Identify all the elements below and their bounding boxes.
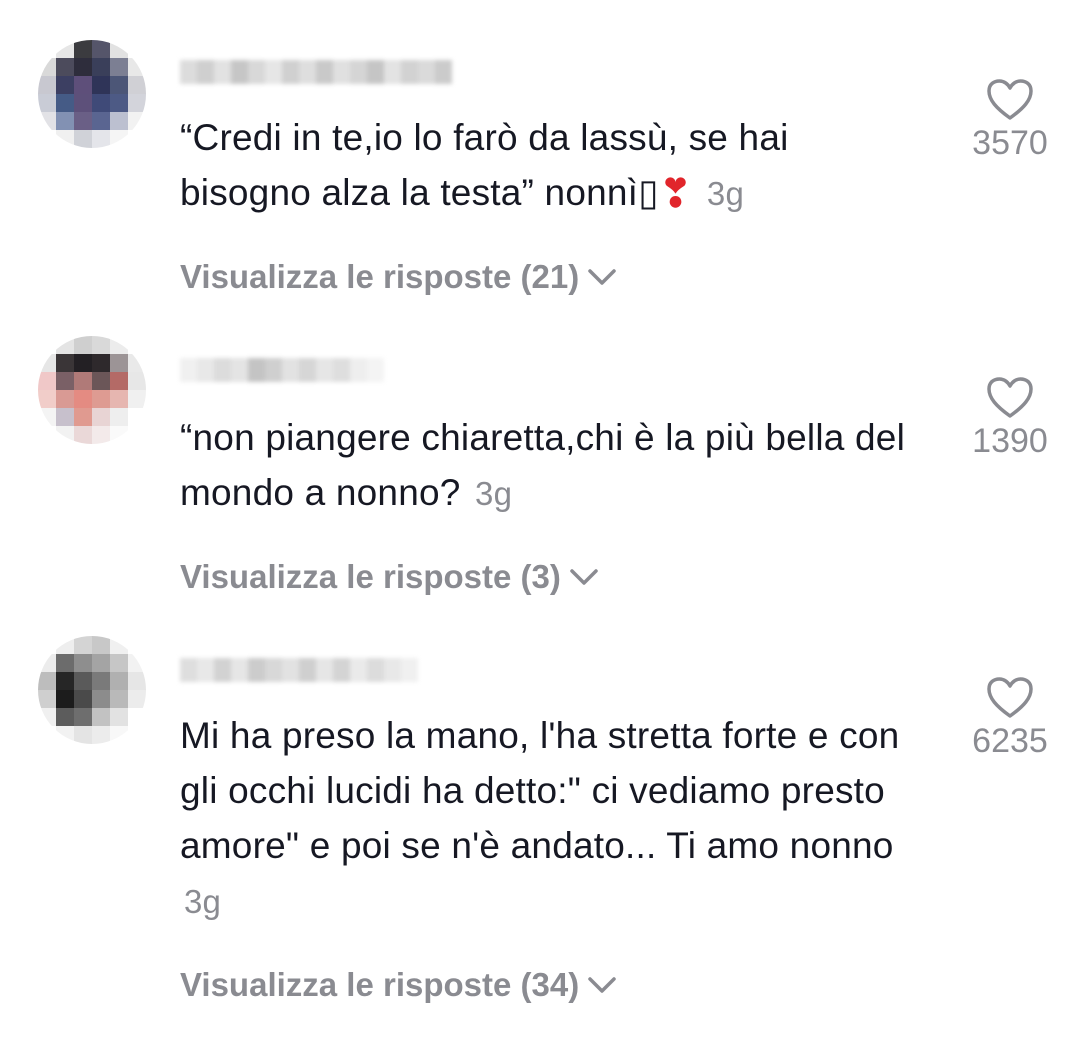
comment-text: “non piangere chiaretta,chi è la più bel…	[180, 410, 920, 521]
heart-outline-icon	[987, 377, 1033, 418]
view-replies-link[interactable]: Visualizza le risposte (34)	[180, 966, 617, 1004]
comment-body: “Credi in te,io lo farò da lassù, se hai…	[180, 117, 789, 213]
comment-timestamp: 3g	[706, 175, 745, 212]
avatar[interactable]	[38, 636, 146, 744]
avatar[interactable]	[38, 336, 146, 444]
like-count: 1390	[972, 422, 1048, 460]
username-blurred[interactable]	[180, 358, 384, 382]
like-button[interactable]: 3570	[955, 78, 1065, 163]
like-count: 6235	[972, 722, 1048, 760]
comment-text: Mi ha preso la mano, l'ha stretta forte …	[180, 708, 920, 929]
view-replies-label: Visualizza le risposte (21)	[180, 258, 580, 295]
chevron-down-icon	[588, 977, 616, 993]
like-button[interactable]: 6235	[955, 676, 1065, 761]
view-replies-link[interactable]: Visualizza le risposte (21)	[180, 258, 617, 296]
view-replies-label: Visualizza le risposte (3)	[180, 558, 561, 595]
comment-body: Mi ha preso la mano, l'ha stretta forte …	[180, 715, 900, 866]
like-count: 3570	[972, 124, 1048, 162]
username-blurred[interactable]	[180, 658, 418, 682]
heart-outline-icon	[987, 677, 1033, 718]
comment-text: “Credi in te,io lo farò da lassù, se hai…	[180, 110, 920, 221]
missing-glyph: ▯	[638, 172, 659, 213]
chevron-down-icon	[570, 569, 598, 585]
comment-body: “non piangere chiaretta,chi è la più bel…	[180, 417, 906, 513]
comment-timestamp: 3g	[184, 883, 222, 920]
username-blurred[interactable]	[180, 60, 452, 84]
view-replies-link[interactable]: Visualizza le risposte (3)	[180, 558, 599, 596]
comment-timestamp: 3g	[475, 475, 513, 512]
like-button[interactable]: 1390	[955, 376, 1065, 461]
heart-outline-icon	[987, 79, 1033, 120]
avatar[interactable]	[38, 40, 146, 148]
view-replies-label: Visualizza le risposte (34)	[180, 966, 580, 1003]
chevron-down-icon	[588, 269, 616, 285]
heart-exclamation-emoji: ❣	[658, 172, 693, 216]
